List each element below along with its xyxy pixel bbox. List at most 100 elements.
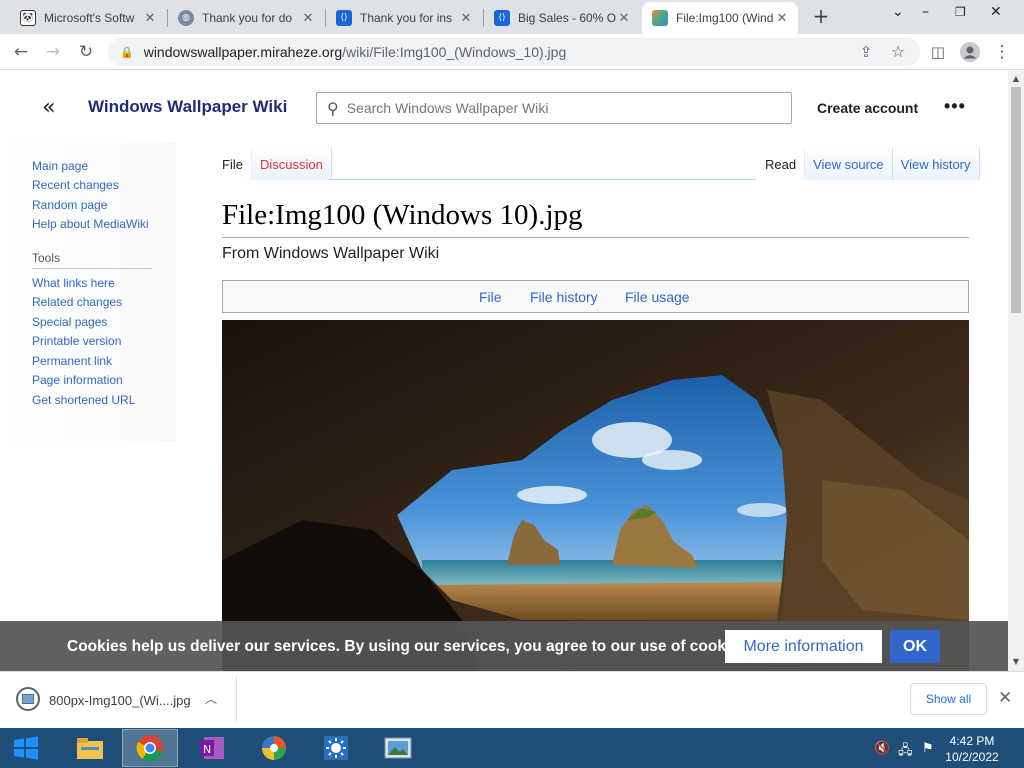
browser-menu-icon[interactable]: ⋮ [990,40,1014,64]
bookmark-star-icon[interactable]: ☆ [886,40,910,64]
sidebar-item-related-changes[interactable]: Related changes [32,295,122,309]
browser-tab[interactable]: ⟨⟩ Big Sales - 60% O ✕ [484,2,640,34]
tab-discussion[interactable]: Discussion [251,148,332,180]
create-account-link[interactable]: Create account [817,100,918,116]
tab-view-source[interactable]: View source [805,148,893,180]
action-center-icon[interactable]: ⚑ [922,741,934,756]
namespace-tabs: File Discussion [214,148,332,180]
tabs-divider [330,179,756,180]
close-window-button[interactable]: ✕ [990,4,1002,20]
scroll-down-arrow-icon[interactable]: ▼ [1008,657,1024,666]
side-panel-icon[interactable]: ◫ [926,40,950,64]
sidebar-item-main-page[interactable]: Main page [32,159,88,173]
page-subtitle: From Windows Wallpaper Wiki [222,245,440,262]
code-brackets-icon: ⟨⟩ [336,10,352,26]
forward-button[interactable]: → [41,40,65,64]
lock-icon[interactable]: 🔒 [120,46,134,59]
sidebar: Main page Recent changes Random page Hel… [0,143,176,441]
photos-icon[interactable] [370,729,426,767]
close-tab-icon[interactable]: ✕ [774,11,790,26]
web-page: ‹‹ Windows Wallpaper Wiki ⚲ Create accou… [0,71,1008,671]
toc-file-usage-link[interactable]: File usage [625,289,690,305]
tools-divider [32,268,152,269]
browser-toolbar: ← → ↻ 🔒 windowswallpaper.miraheze.org/wi… [0,34,1024,70]
search-input[interactable] [346,100,767,116]
sidebar-item-help[interactable]: Help about MediaWiki [32,217,149,231]
back-button[interactable]: ← [9,40,33,64]
main-menu-toggle-icon[interactable]: ‹‹ [42,95,55,120]
toc-file-link[interactable]: File [479,289,502,305]
cookie-banner: Cookies help us deliver our services. By… [0,621,1008,671]
globe-icon: ◍ [178,10,194,26]
download-bar: 800px-Img100_(Wi....jpg ︿ Show all ✕ [0,671,1024,728]
taskbar-clock[interactable]: 4:42 PM 10/2/2022 [940,733,1004,765]
chrome-icon[interactable] [122,729,178,767]
network-icon[interactable]: 🖧 [898,741,913,763]
windows-start-icon[interactable] [12,736,40,760]
wallpaper-image[interactable] [222,320,969,671]
weather-sun-icon[interactable] [308,729,364,767]
tools-heading: Tools [32,251,61,265]
title-divider [222,237,969,238]
scrollbar-thumb[interactable] [1011,87,1021,313]
browser-tab[interactable]: ⟨⟩ Thank you for ins ✕ [326,2,482,34]
sidebar-item-permanent-link[interactable]: Permanent link [32,354,112,368]
page-title: File:Img100 (Windows 10).jpg [222,199,583,231]
file-explorer-icon[interactable] [62,729,118,767]
svg-text:N: N [203,743,211,756]
image-file-icon [16,687,40,711]
sidebar-item-shortened-url[interactable]: Get shortened URL [32,393,135,407]
view-tabs: Read View source View history [757,148,980,180]
sidebar-item-recent-changes[interactable]: Recent changes [32,178,119,192]
tab-view-history[interactable]: View history [892,148,980,180]
tab-file[interactable]: File [214,148,252,180]
taskbar: N 🔇 🖧 ⚑ 4:42 PM 10/2/2022 [0,728,1024,768]
close-tab-icon[interactable]: ✕ [458,11,474,26]
cookie-message: Cookies help us deliver our services. By… [67,638,752,655]
volume-muted-icon[interactable]: 🔇 [874,741,890,756]
onenote-icon[interactable]: N [184,729,240,767]
clock-time: 4:42 PM [949,734,995,748]
clock-date: 10/2/2022 [945,750,999,764]
download-divider [236,677,237,721]
more-information-button[interactable]: More information [725,630,882,663]
download-filename[interactable]: 800px-Img100_(Wi....jpg [49,693,191,708]
search-box[interactable]: ⚲ [316,92,792,124]
browser-tab[interactable]: 🐼 Microsoft's Softw ✕ [10,2,166,34]
sidebar-item-what-links-here[interactable]: What links here [32,276,115,290]
share-icon[interactable]: ⇪ [854,40,878,64]
show-all-button[interactable]: Show all [910,683,987,715]
close-tab-icon[interactable]: ✕ [300,11,316,26]
close-tab-icon[interactable]: ✕ [616,11,632,26]
wallpaper-icon [652,10,668,26]
site-name[interactable]: Windows Wallpaper Wiki [88,97,287,117]
media-player-icon[interactable] [246,729,302,767]
sidebar-item-random-page[interactable]: Random page [32,198,107,212]
close-tab-icon[interactable]: ✕ [142,11,158,26]
restore-button[interactable]: ❐ [955,5,966,19]
tab-read[interactable]: Read [757,148,806,180]
toc-file-history-link[interactable]: File history [530,289,598,305]
close-download-bar-icon[interactable]: ✕ [998,688,1012,708]
profile-avatar-icon[interactable] [958,40,982,64]
scroll-up-arrow-icon[interactable]: ▲ [1008,74,1024,83]
panda-icon: 🐼 [20,10,36,26]
sidebar-item-special-pages[interactable]: Special pages [32,315,107,329]
chevron-up-icon[interactable]: ︿ [205,690,217,707]
more-menu-icon[interactable]: ••• [944,96,966,117]
sidebar-item-page-information[interactable]: Page information [32,373,123,387]
code-brackets-icon: ⟨⟩ [494,10,510,26]
minimize-button[interactable]: – [922,4,929,20]
address-bar[interactable]: 🔒 windowswallpaper.miraheze.org/wiki/Fil… [108,38,920,66]
browser-tab-active[interactable]: File:Img100 (Wind ✕ [642,2,798,34]
file-toc: File File history File usage [222,280,969,313]
new-tab-button[interactable]: + [810,6,832,28]
tab-search-icon[interactable]: ⌄ [892,4,904,20]
reload-button[interactable]: ↻ [74,40,98,64]
cookie-ok-button[interactable]: OK [890,630,940,663]
sidebar-item-printable-version[interactable]: Printable version [32,334,121,348]
url-text: windowswallpaper.miraheze.org/wiki/File:… [143,44,567,60]
search-icon: ⚲ [327,98,339,118]
vertical-scrollbar[interactable]: ▲ ▼ [1008,71,1024,671]
browser-tab[interactable]: ◍ Thank you for do ✕ [168,2,324,34]
